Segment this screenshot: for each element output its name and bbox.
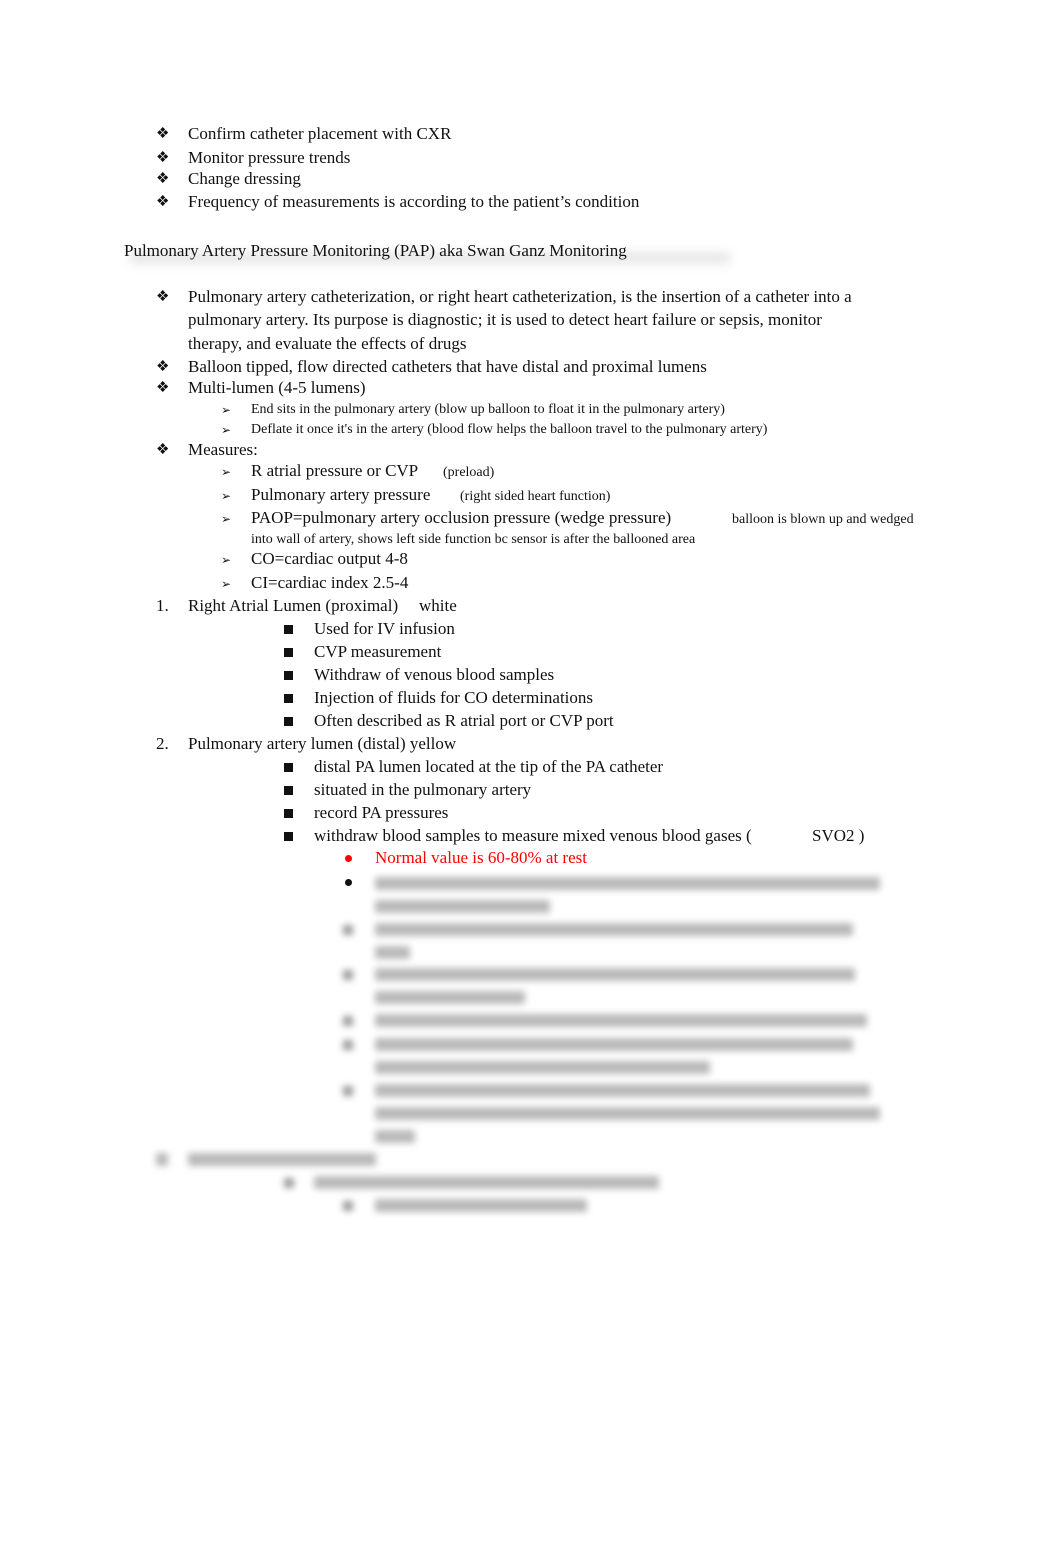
document-page: ❖ Confirm catheter placement with CXR ❖ …: [0, 0, 1062, 1556]
obscured-content: [0, 0, 1062, 1556]
